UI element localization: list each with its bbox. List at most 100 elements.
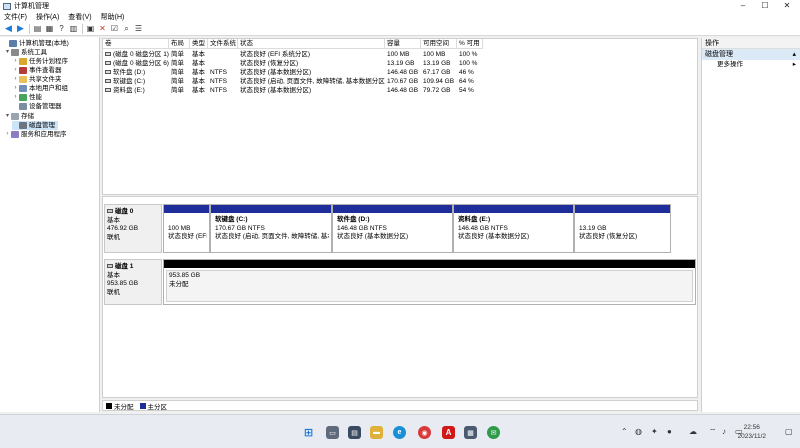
tray-app-icon[interactable]: ◍ (635, 427, 642, 436)
actions-section-disk-management[interactable]: 磁盘管理 ▴ (702, 49, 800, 60)
disk-icon (107, 264, 113, 269)
help-icon[interactable]: ? (56, 23, 67, 34)
legend: 未分配 主分区 (102, 400, 698, 411)
view-icon[interactable]: ▥ (68, 23, 79, 34)
disk-0-label[interactable]: 磁盘 0 基本 476.92 GB 联机 (104, 204, 162, 253)
tray-app-icon[interactable]: ● (667, 427, 672, 436)
users-icon (19, 85, 27, 92)
maximize-button[interactable]: ☐ (754, 0, 776, 12)
tree-item-device-manager[interactable]: 设备管理器 (12, 102, 62, 111)
toolbar-separator (82, 23, 83, 34)
list-icon[interactable]: ☰ (133, 23, 144, 34)
column-header-type[interactable]: 类型 (190, 39, 208, 49)
tree-item-storage[interactable]: ▾ 存储 (4, 112, 34, 121)
expand-arrow-icon[interactable]: › (12, 75, 19, 84)
netease-music-icon[interactable]: ◉ (418, 426, 431, 439)
expand-arrow-icon[interactable]: ▾ (4, 112, 11, 121)
tree-item-disk-management[interactable]: 磁盘管理 (12, 121, 58, 130)
legend-label-unallocated: 未分配 (114, 403, 134, 411)
notification-icon[interactable]: ▢ (785, 427, 793, 436)
tray-up-icon[interactable]: ⌃ (621, 427, 628, 436)
expand-arrow-icon[interactable]: › (12, 57, 19, 66)
partition-recovery[interactable]: 13.19 GB 状态良好 (恢复分区) (574, 204, 671, 253)
wifi-icon[interactable]: ⌔ (709, 427, 717, 437)
start-icon[interactable]: ⊞ (302, 426, 315, 439)
table-row[interactable]: 软件盘 (D:) 简单 基本 NTFS 状态良好 (基本数据分区) 146.48… (103, 68, 483, 77)
volume-icon (105, 70, 111, 75)
tree-item-root[interactable]: 计算机管理(本地) (2, 39, 69, 48)
expand-arrow-icon[interactable]: › (4, 130, 11, 139)
tree-item-event-viewer[interactable]: › 事件查看器 (12, 66, 62, 75)
volume-icon[interactable]: ♪ (722, 427, 726, 436)
menu-help[interactable]: 帮助(H) (101, 12, 125, 22)
tray-app-icon[interactable]: ✦ (651, 427, 658, 436)
more-actions-link[interactable]: 更多操作 ▸ (702, 60, 800, 70)
menu-action[interactable]: 操作(A) (36, 12, 59, 22)
disk-icon (19, 122, 27, 129)
column-header-layout[interactable]: 布局 (169, 39, 190, 49)
partition-e[interactable]: 资料盘 (E:) 146.48 GB NTFS 状态良好 (基本数据分区) (453, 204, 574, 253)
legend-label-primary: 主分区 (147, 403, 168, 411)
table-row[interactable]: 软键盘 (C:) 简单 基本 NTFS 状态良好 (启动, 页面文件, 故障转储… (103, 77, 483, 86)
search-icon[interactable]: ⌕ (121, 23, 132, 34)
tree-item-services-apps[interactable]: › 服务和应用程序 (4, 130, 67, 139)
column-header-filesystem[interactable]: 文件系统 (208, 39, 238, 49)
checklist-icon[interactable]: ☑ (109, 23, 120, 34)
column-header-volume[interactable]: 卷 (103, 39, 169, 49)
taskview-icon[interactable]: ▭ (326, 426, 339, 439)
explorer-icon[interactable]: ▤ (348, 426, 361, 439)
disk-1-row: 磁盘 1 基本 953.85 GB 联机 953.85 GB 未分配 (104, 259, 698, 305)
table-row[interactable]: (磁盘 0 磁盘分区 1) 简单 基本 状态良好 (EFI 系统分区) 100 … (103, 50, 483, 59)
tree-item-task-scheduler[interactable]: › 任务计划程序 (12, 57, 68, 66)
column-header-percent-free[interactable]: % 可用 (457, 39, 483, 49)
disk-icon (107, 209, 113, 214)
partition-d[interactable]: 软件盘 (D:) 146.48 GB NTFS 状态良好 (基本数据分区) (332, 204, 453, 253)
services-icon (11, 131, 19, 138)
disk-0-row: 磁盘 0 基本 476.92 GB 联机 100 MB 状态良好 (EFI 软键… (104, 204, 698, 253)
tree-item-performance[interactable]: › 性能 (12, 93, 42, 102)
clock-icon (19, 58, 27, 65)
expand-arrow-icon[interactable]: › (12, 84, 19, 93)
disk-1-label[interactable]: 磁盘 1 基本 953.85 GB 联机 (104, 259, 162, 305)
column-header-free-space[interactable]: 可用空间 (421, 39, 457, 49)
computer-management-icon[interactable]: ▦ (464, 426, 477, 439)
tree-item-shared-folders[interactable]: › 共享文件夹 (12, 75, 62, 84)
partition-efi[interactable]: 100 MB 状态良好 (EFI (163, 204, 210, 253)
forward-icon[interactable]: ▶ (15, 23, 26, 34)
wechat-icon[interactable]: ✉ (487, 426, 500, 439)
expand-arrow-icon[interactable]: › (12, 66, 19, 75)
legend-swatch-primary (139, 402, 146, 409)
folder-icon[interactable]: ▬ (370, 426, 383, 439)
column-header-status[interactable]: 状态 (238, 39, 385, 49)
table-row[interactable]: 资料盘 (E:) 简单 基本 NTFS 状态良好 (基本数据分区) 146.48… (103, 86, 483, 95)
close-button[interactable]: ✕ (776, 0, 798, 12)
volume-list: 卷 布局 类型 文件系统 状态 容量 可用空间 % 可用 (磁盘 0 磁盘分区 … (102, 38, 698, 195)
partition-unallocated[interactable]: 953.85 GB 未分配 (163, 259, 696, 305)
back-icon[interactable]: ◀ (3, 23, 14, 34)
tree-item-system-tools[interactable]: ▾ 系统工具 (4, 48, 47, 57)
expand-arrow-icon[interactable]: › (12, 93, 19, 102)
taskbar-clock[interactable]: 22:56 2023/11/2 (738, 423, 766, 441)
table-row[interactable]: (磁盘 0 磁盘分区 6) 简单 基本 状态良好 (恢复分区) 13.19 GB… (103, 59, 483, 68)
menu-file[interactable]: 文件(F) (4, 12, 27, 22)
collapse-icon[interactable]: ▴ (792, 49, 796, 60)
tray-app-icon[interactable]: ☁ (689, 427, 697, 436)
performance-icon (19, 94, 27, 101)
tree-item-local-users[interactable]: › 本地用户和组 (12, 84, 68, 93)
navigation-tree: 计算机管理(本地) ▾ 系统工具 › 任务计划程序 › 事件查看器 › 共享文件… (0, 37, 100, 412)
column-header-capacity[interactable]: 容量 (385, 39, 421, 49)
properties-icon[interactable]: ▦ (44, 23, 55, 34)
acrobat-icon[interactable]: A (442, 426, 455, 439)
device-manager-icon (19, 103, 27, 110)
volume-icon (105, 88, 111, 93)
menu-view[interactable]: 查看(V) (68, 12, 91, 22)
actions-pane: 操作 磁盘管理 ▴ 更多操作 ▸ (701, 38, 800, 412)
partition-c[interactable]: 软键盘 (C:) 170.67 GB NTFS 状态良好 (启动, 页面文件, … (210, 204, 332, 253)
edge-icon[interactable]: e (393, 426, 406, 439)
delete-icon[interactable]: ✕ (97, 23, 108, 34)
expand-arrow-icon[interactable]: ▾ (4, 48, 11, 57)
folder-icon (19, 76, 27, 83)
show-tree-icon[interactable]: ▤ (32, 23, 43, 34)
settings-icon[interactable]: ▣ (85, 23, 96, 34)
minimize-button[interactable]: – (732, 0, 754, 12)
